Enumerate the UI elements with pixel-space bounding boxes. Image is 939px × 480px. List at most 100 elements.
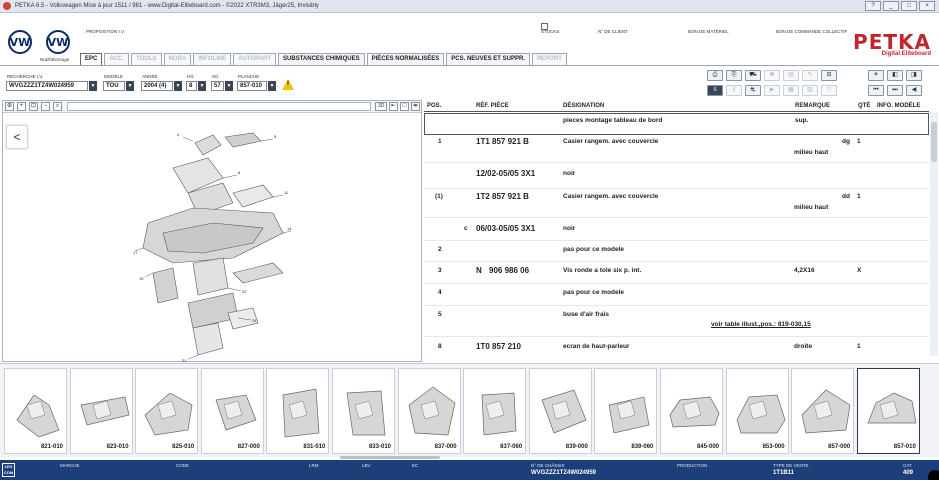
- brand-sub-label: Nutzfahrzeuge: [40, 57, 70, 62]
- sg-select[interactable]: 57: [211, 81, 224, 91]
- last-page-icon[interactable]: ⏭: [887, 85, 903, 96]
- zoom-area-icon[interactable]: ⊡: [29, 102, 38, 111]
- code-label: CODE: [176, 463, 190, 468]
- print-icon[interactable]: ⎙: [707, 70, 723, 81]
- fullscreen-icon[interactable]: □: [400, 102, 409, 111]
- history-forward-icon[interactable]: ◨: [906, 70, 922, 81]
- col-ref[interactable]: RÉF. PIÈCE: [476, 103, 509, 109]
- help-window-button[interactable]: ?: [865, 1, 881, 11]
- table-row[interactable]: 1 1T1 857 921 B Casier rangem. avec couv…: [424, 136, 929, 168]
- print-preview-icon[interactable]: ⎘: [726, 70, 742, 81]
- vehicle-config-icon[interactable]: ⛐: [745, 85, 761, 96]
- table-row[interactable]: 8 1T0 857 210 ecran de haut-parleur droi…: [424, 341, 929, 355]
- illustration-thumbnail[interactable]: 845-000: [660, 368, 723, 454]
- model-select[interactable]: TOU: [103, 81, 125, 91]
- tab-report[interactable]: REPORT: [531, 53, 567, 65]
- calc-icon[interactable]: ▤: [783, 70, 799, 81]
- tab-nora[interactable]: NORA: [163, 53, 192, 65]
- tab-tools[interactable]: TOOLS: [131, 53, 162, 65]
- arrow-right-icon[interactable]: ▶: [764, 85, 780, 96]
- stocks-checkbox[interactable]: [541, 23, 548, 30]
- tab-infoline[interactable]: INFOLINE: [193, 53, 232, 65]
- illustration-thumbnail[interactable]: 857-000: [791, 368, 855, 454]
- vin-dropdown-button[interactable]: ▼: [89, 81, 97, 91]
- magnifier-icon[interactable]: ⌕: [53, 102, 62, 111]
- tab-pcs-neuves[interactable]: PCS. NEUVES ET SUPPR.: [446, 53, 530, 65]
- tab-pieces-normalisees[interactable]: PIÈCES NORMALISÉES: [366, 53, 445, 65]
- grid-icon[interactable]: ▦: [783, 85, 799, 96]
- tab-autopart[interactable]: AUTOPART: [233, 53, 277, 65]
- col-designation[interactable]: DÉSIGNATION: [563, 103, 604, 109]
- thumbnail-drawing: [608, 396, 650, 434]
- thumbnail-drawing: [867, 392, 917, 424]
- zoom-fit-icon[interactable]: ⊕: [5, 102, 14, 111]
- part-info-icon[interactable]: ✱: [764, 70, 780, 81]
- thumbnail-scrollbar[interactable]: [340, 456, 440, 459]
- table-row[interactable]: 12/02-05/05 3X1 noir: [424, 168, 929, 190]
- tab-acc[interactable]: ACC.: [104, 53, 130, 65]
- table-row[interactable]: pieces montage tableau de bord sup.: [424, 113, 929, 135]
- sg-dropdown-button[interactable]: ▼: [225, 81, 233, 91]
- warning-icon[interactable]: !: [282, 79, 294, 90]
- minimize-window-button[interactable]: _: [883, 1, 899, 11]
- thumbnail-drawing: [408, 386, 455, 436]
- year-dropdown-button[interactable]: ▼: [174, 81, 182, 91]
- first-page-icon[interactable]: ⏮: [868, 85, 884, 96]
- illustration-thumbnail[interactable]: 823-010: [69, 368, 133, 454]
- col-info[interactable]: INFO. MODÈLE: [877, 103, 920, 109]
- illustration-thumbnail[interactable]: 821-010: [4, 368, 67, 454]
- vin-label: RECHERCHE I.V.: [7, 74, 44, 79]
- illustration-thumbnail[interactable]: 853-000: [725, 368, 789, 454]
- plate-select[interactable]: 857-010: [237, 81, 267, 91]
- filter-icon[interactable]: ▽: [821, 85, 837, 96]
- illustration-thumbnail[interactable]: 837-060: [463, 368, 527, 454]
- illustration-thumbnail[interactable]: 837-000: [397, 368, 461, 454]
- key-icon[interactable]: ⚷: [726, 85, 742, 96]
- previous-icon[interactable]: ◀: [906, 85, 922, 96]
- table-scrollbar[interactable]: [930, 112, 938, 356]
- illustration-thumbnail[interactable]: 833-010: [332, 368, 395, 454]
- illustration-thumbnail[interactable]: 831-010: [266, 368, 330, 454]
- tree-icon[interactable]: ⊟: [821, 70, 837, 81]
- zoom-in-icon[interactable]: +: [17, 102, 26, 111]
- note-icon[interactable]: ✎: [802, 70, 818, 81]
- tab-substances-chimiques[interactable]: SUBSTANCES CHIMIQUES: [278, 53, 365, 65]
- thumbnail-label: 837-060: [500, 444, 523, 450]
- back-icon[interactable]: ⇤: [389, 102, 398, 111]
- illustration-thumbnail[interactable]: 839-000: [528, 368, 592, 454]
- vin-input[interactable]: WVGZZZ1TZ4W024959: [6, 81, 88, 91]
- zoom-out-icon[interactable]: −: [41, 102, 50, 111]
- illustration-thumbnail[interactable]: 839-060: [594, 368, 658, 454]
- list-view-icon[interactable]: ≡: [707, 85, 723, 96]
- plate-dropdown-button[interactable]: ▼: [268, 81, 276, 91]
- view-3d-button[interactable]: 3D: [375, 102, 388, 111]
- table-icon[interactable]: ▥: [802, 85, 818, 96]
- tab-epc[interactable]: EPC: [80, 53, 103, 65]
- thumbnail-drawing: [80, 396, 130, 426]
- history-back-icon[interactable]: ◧: [887, 70, 903, 81]
- table-row[interactable]: 5 buse d'air frais voir table illust.,po…: [424, 309, 929, 337]
- share-icon[interactable]: <: [6, 125, 28, 149]
- split-icon[interactable]: ⇼: [411, 102, 420, 111]
- illustration-link[interactable]: voir table illust.,pos.: 819-030,15: [711, 321, 811, 328]
- hg-select[interactable]: 8: [186, 81, 197, 91]
- viewer-search-field[interactable]: [67, 102, 371, 111]
- dashboard-exploded-drawing[interactable]: 2 58 111417 192224 21: [133, 123, 293, 363]
- maximize-window-button[interactable]: □: [901, 1, 917, 11]
- thumbnail-drawing: [215, 394, 257, 431]
- hg-dropdown-button[interactable]: ▼: [198, 81, 206, 91]
- car-icon[interactable]: ⛟: [745, 70, 761, 81]
- model-dropdown-button[interactable]: ▼: [126, 81, 134, 91]
- col-pos[interactable]: POS.: [427, 103, 441, 109]
- table-row[interactable]: 4 pas pour ce modele: [424, 287, 929, 307]
- illustration-thumbnail[interactable]: 857-010: [856, 368, 920, 454]
- col-remark[interactable]: REMARQUE: [795, 103, 830, 109]
- pin-icon[interactable]: ✈: [868, 70, 884, 81]
- col-qty[interactable]: QTÉ: [858, 103, 870, 109]
- thumbnail-label: 839-060: [631, 444, 654, 450]
- year-select[interactable]: 2004 (4): [141, 81, 173, 91]
- illustration-thumbnail[interactable]: 825-010: [135, 368, 199, 454]
- close-window-button[interactable]: ×: [919, 1, 935, 11]
- table-row[interactable]: 3 N 906 986 06 Vis ronde a tole six p. i…: [424, 265, 929, 285]
- illustration-thumbnail[interactable]: 827-000: [200, 368, 264, 454]
